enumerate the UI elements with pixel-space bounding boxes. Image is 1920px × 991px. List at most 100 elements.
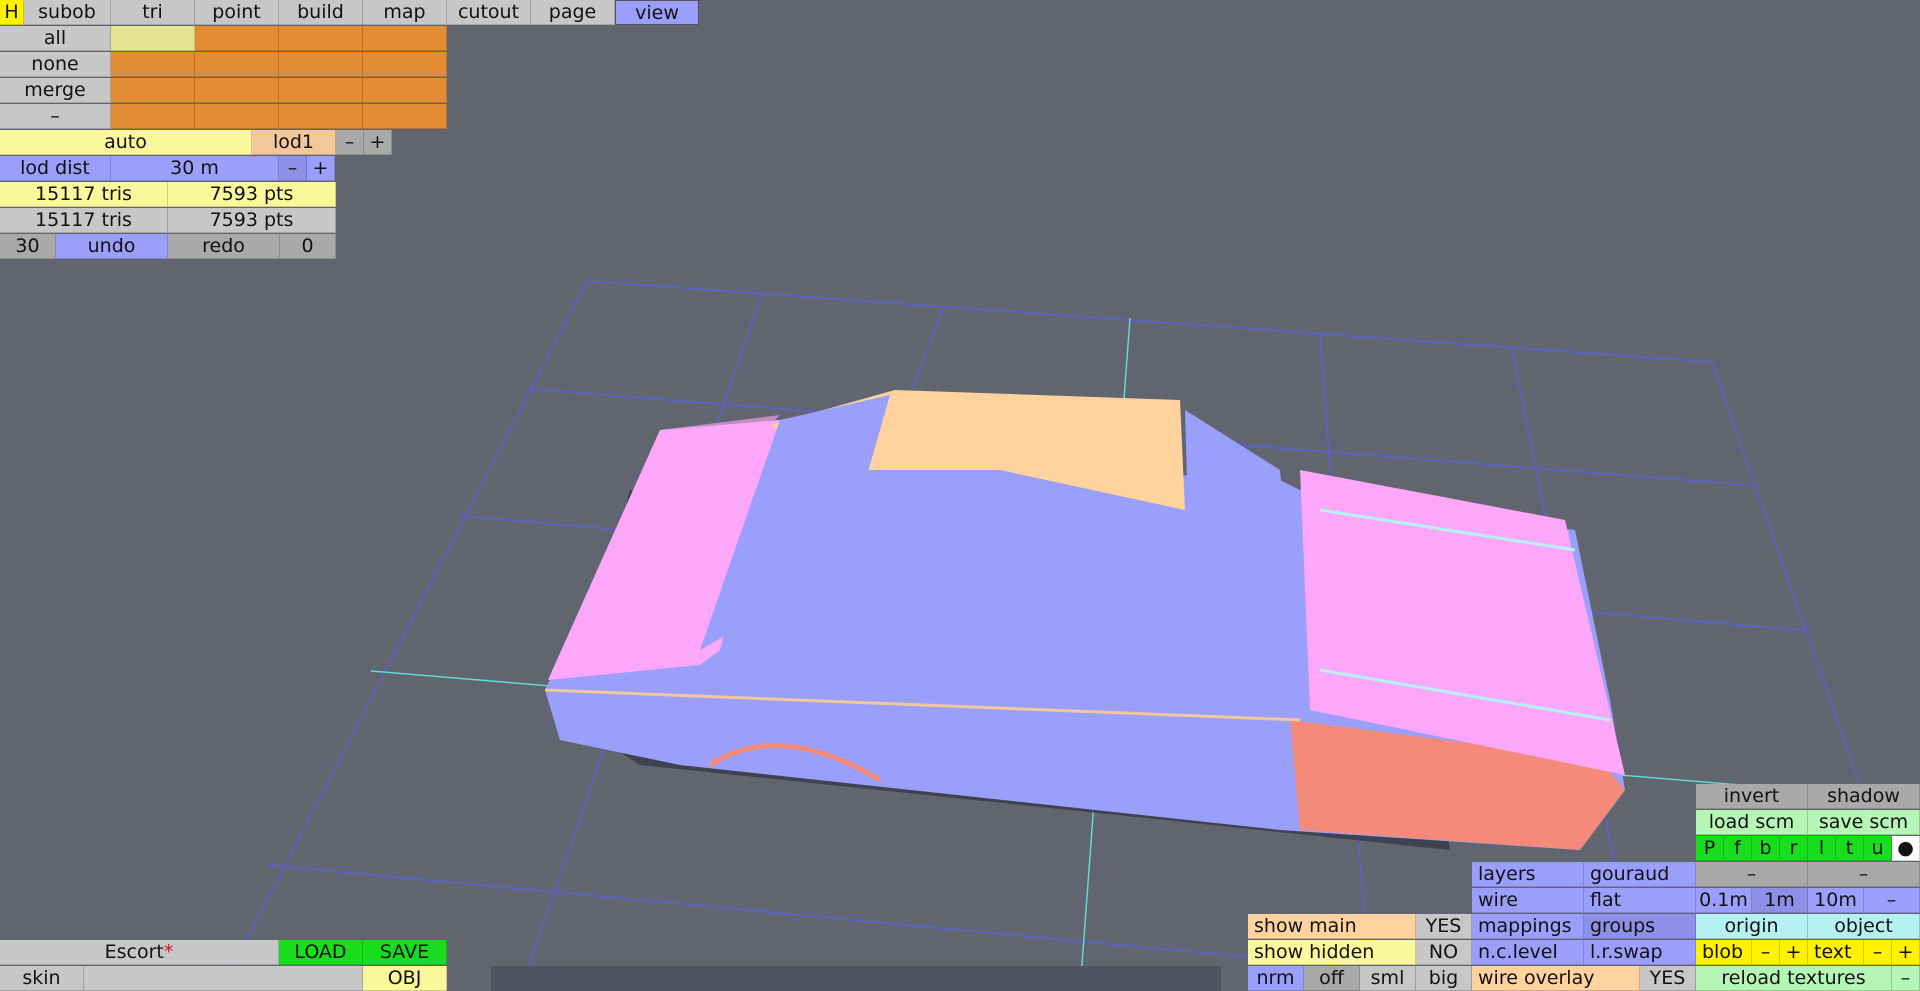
view-under-button[interactable]: u <box>1864 836 1892 861</box>
show-hidden-toggle[interactable]: NO <box>1416 940 1472 965</box>
merge-button[interactable]: merge <box>0 78 111 103</box>
status-strip <box>491 966 1221 991</box>
obj-button[interactable]: OBJ <box>363 966 447 991</box>
save-scm-button[interactable]: save scm <box>1808 810 1920 835</box>
view-front-button[interactable]: f <box>1724 836 1752 861</box>
tab-cutout[interactable]: cutout <box>447 0 531 25</box>
grid-10m-button[interactable]: 10m <box>1808 888 1864 913</box>
undo-count: 30 <box>0 234 56 259</box>
lod-level-button[interactable]: lod1 <box>252 130 336 155</box>
dash-field-1[interactable]: – <box>1696 862 1808 887</box>
tab-point[interactable]: point <box>195 0 279 25</box>
reload-textures-button[interactable]: reload textures <box>1696 966 1892 991</box>
select-cell[interactable] <box>279 78 363 103</box>
view-right-button[interactable]: r <box>1780 836 1808 861</box>
car-model <box>544 390 1625 850</box>
text-plus-button[interactable]: + <box>1892 940 1920 965</box>
select-cell[interactable] <box>279 52 363 77</box>
lr-swap-button[interactable]: l.r.swap <box>1584 940 1696 965</box>
lod-plus-button[interactable]: + <box>364 130 392 155</box>
select-cell[interactable] <box>111 78 195 103</box>
text-minus-button[interactable]: – <box>1864 940 1892 965</box>
normals-big-button[interactable]: big <box>1416 966 1472 991</box>
shadow-button[interactable]: shadow <box>1808 784 1920 809</box>
redo-count: 0 <box>280 234 336 259</box>
tab-build[interactable]: build <box>279 0 363 25</box>
invert-button[interactable]: invert <box>1696 784 1808 809</box>
select-cell[interactable] <box>111 104 195 129</box>
tri-count-total: 15117 tris <box>0 208 168 233</box>
nc-level-button[interactable]: n.c.level <box>1472 940 1584 965</box>
text-button[interactable]: text <box>1808 940 1864 965</box>
lod-dist-label: lod dist <box>0 156 111 181</box>
object-button[interactable]: object <box>1808 914 1920 939</box>
wire-overlay-toggle[interactable]: YES <box>1640 966 1696 991</box>
groups-button[interactable]: groups <box>1584 914 1696 939</box>
select-cell[interactable] <box>363 52 447 77</box>
select-cell[interactable] <box>363 104 447 129</box>
dash-button[interactable]: – <box>0 104 111 129</box>
lod-auto-button[interactable]: auto <box>0 130 252 155</box>
tab-view[interactable]: view <box>615 0 699 25</box>
view-left-button[interactable]: l <box>1808 836 1836 861</box>
lod-dist-minus-button[interactable]: – <box>279 156 307 181</box>
filename[interactable]: Escort* <box>0 940 279 965</box>
tab-page[interactable]: page <box>531 0 615 25</box>
select-cell[interactable] <box>195 26 279 51</box>
lod-dist-value: 30 m <box>111 156 279 181</box>
layers-button[interactable]: layers <box>1472 862 1584 887</box>
blob-button[interactable]: blob <box>1696 940 1752 965</box>
view-top-button[interactable]: t <box>1836 836 1864 861</box>
grid-minus-button[interactable]: – <box>1864 888 1920 913</box>
blob-minus-button[interactable]: – <box>1752 940 1780 965</box>
mappings-button[interactable]: mappings <box>1472 914 1584 939</box>
tri-count: 15117 tris <box>0 182 168 207</box>
select-cell[interactable] <box>279 26 363 51</box>
show-main-label[interactable]: show main <box>1248 914 1416 939</box>
show-hidden-label[interactable]: show hidden <box>1248 940 1416 965</box>
load-scm-button[interactable]: load scm <box>1696 810 1808 835</box>
select-cell[interactable] <box>111 26 195 51</box>
normals-off-button[interactable]: off <box>1304 966 1360 991</box>
dot-icon[interactable]: ● <box>1892 836 1920 861</box>
point-count-total: 7593 pts <box>168 208 336 233</box>
view-back-button[interactable]: b <box>1752 836 1780 861</box>
select-cell[interactable] <box>363 78 447 103</box>
gouraud-button[interactable]: gouraud <box>1584 862 1696 887</box>
select-cell[interactable] <box>363 26 447 51</box>
wire-button[interactable]: wire <box>1472 888 1584 913</box>
skin-field[interactable] <box>84 966 363 991</box>
origin-button[interactable]: origin <box>1696 914 1808 939</box>
grid-1m-button[interactable]: 1m <box>1752 888 1808 913</box>
select-cell[interactable] <box>111 52 195 77</box>
flat-button[interactable]: flat <box>1584 888 1696 913</box>
select-all-button[interactable]: all <box>0 26 111 51</box>
lod-dist-plus-button[interactable]: + <box>307 156 335 181</box>
select-cell[interactable] <box>195 78 279 103</box>
skin-button[interactable]: skin <box>0 966 84 991</box>
tab-tri[interactable]: tri <box>111 0 195 25</box>
blob-plus-button[interactable]: + <box>1780 940 1808 965</box>
save-button[interactable]: SAVE <box>363 940 447 965</box>
lod-minus-button[interactable]: – <box>336 130 364 155</box>
dash-field-2[interactable]: – <box>1808 862 1920 887</box>
tab-h[interactable]: H <box>0 0 24 25</box>
reload-minus-button[interactable]: – <box>1892 966 1920 991</box>
load-button[interactable]: LOAD <box>279 940 363 965</box>
select-none-button[interactable]: none <box>0 52 111 77</box>
wire-overlay-label[interactable]: wire overlay <box>1472 966 1640 991</box>
undo-button[interactable]: undo <box>56 234 168 259</box>
tab-subob[interactable]: subob <box>24 0 111 25</box>
normals-small-button[interactable]: sml <box>1360 966 1416 991</box>
grid-0-1m-button[interactable]: 0.1m <box>1696 888 1752 913</box>
point-count: 7593 pts <box>168 182 336 207</box>
normals-button[interactable]: nrm <box>1248 966 1304 991</box>
select-cell[interactable] <box>195 104 279 129</box>
select-cell[interactable] <box>195 52 279 77</box>
redo-button[interactable]: redo <box>168 234 280 259</box>
view-perspective-button[interactable]: P <box>1696 836 1724 861</box>
tab-map[interactable]: map <box>363 0 447 25</box>
show-main-toggle[interactable]: YES <box>1416 914 1472 939</box>
select-cell[interactable] <box>279 104 363 129</box>
modified-mark: * <box>163 941 174 963</box>
